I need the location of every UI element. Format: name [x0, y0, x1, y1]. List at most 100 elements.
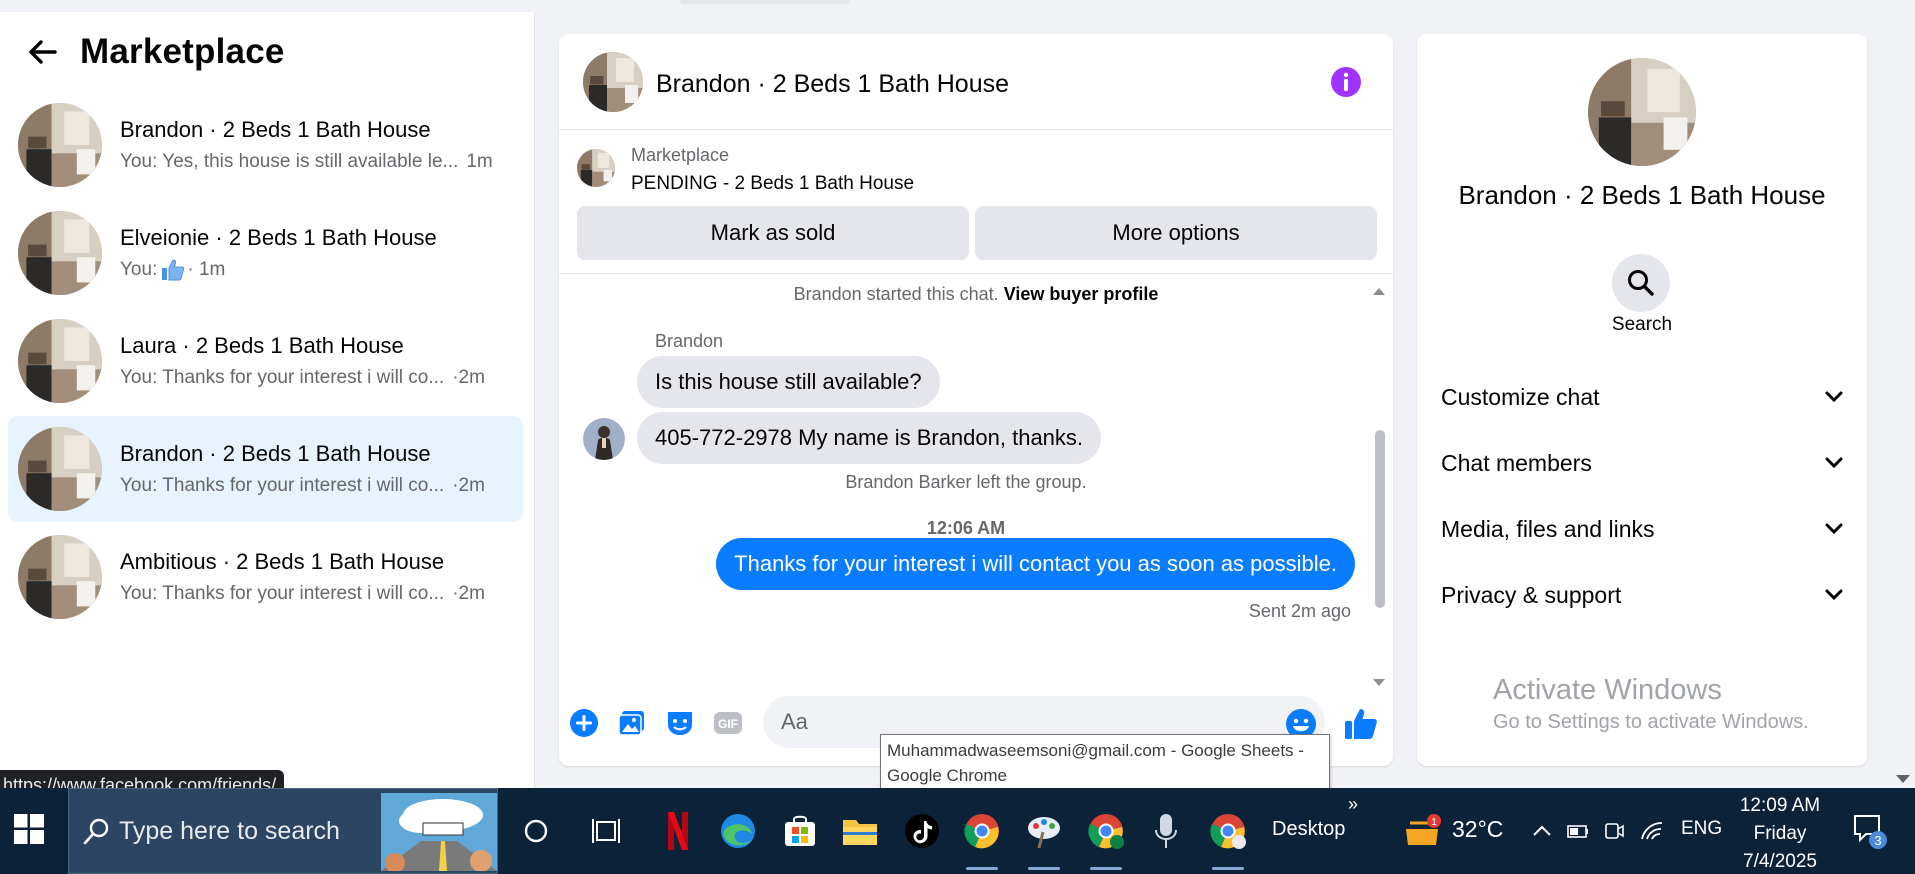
chrome-profile-icon[interactable]	[1082, 806, 1130, 870]
listing-status[interactable]: PENDING - 2 Beds 1 Bath House	[631, 173, 914, 195]
conversation-name: Laura · 2 Beds 1 Bath House	[120, 333, 404, 358]
marketplace-sidebar: Marketplace Brandon · 2 Beds 1 Bath Hous…	[0, 12, 535, 800]
taskbar-search-box[interactable]	[68, 788, 498, 874]
conversation-name: Brandon · 2 Beds 1 Bath House	[120, 117, 431, 142]
conversation-time: ·2m	[452, 583, 485, 604]
tooltip-line-1: Muhammadwaseemsoni@gmail.com - Google Sh…	[887, 741, 1304, 760]
cortana-icon[interactable]	[512, 806, 560, 856]
conversation-item[interactable]: Elveionie · 2 Beds 1 Bath House You: · 1…	[8, 200, 523, 306]
like-send-icon[interactable]	[1343, 706, 1379, 742]
toolbar-expand-icon[interactable]: »	[1348, 794, 1358, 815]
section-label: Chat members	[1441, 449, 1592, 476]
scroll-down-icon[interactable]	[1373, 674, 1385, 692]
section-label: Customize chat	[1441, 383, 1600, 410]
temperature[interactable]: 32°C	[1452, 816, 1503, 843]
incoming-message: 405-772-2978 My name is Brandon, thanks.	[637, 412, 1102, 464]
clock-time: 12:09 AM	[1739, 795, 1821, 816]
notification-center-icon[interactable]: 3	[1852, 812, 1888, 855]
file-explorer-icon[interactable]	[836, 806, 884, 856]
info-icon[interactable]	[1330, 66, 1362, 98]
svg-text:GIF: GIF	[718, 717, 738, 731]
media-files-links-section[interactable]: Media, files and links	[1441, 506, 1843, 552]
netflix-icon[interactable]	[654, 806, 702, 856]
chat-started-text: Brandon started this chat.	[793, 284, 999, 304]
page-title: Marketplace	[80, 32, 285, 71]
windows-start-icon[interactable]	[14, 814, 44, 844]
conversation-preview: You: Thanks for your interest i will co.…	[120, 583, 445, 604]
conversation-item[interactable]: Ambitious · 2 Beds 1 Bath House You: Tha…	[8, 524, 523, 630]
details-title: Brandon · 2 Beds 1 Bath House	[1458, 180, 1826, 210]
activate-subtitle: Go to Settings to activate Windows.	[1493, 711, 1809, 733]
scrollbar-thumb[interactable]	[1375, 430, 1385, 608]
input-language[interactable]: ENG	[1681, 818, 1722, 840]
search-in-chat-button[interactable]	[1612, 254, 1670, 312]
system-clock[interactable]: 12:09 AM Friday 7/4/2025	[1730, 792, 1830, 874]
customize-chat-section[interactable]: Customize chat	[1441, 374, 1843, 420]
sent-status: Sent 2m ago	[1248, 601, 1351, 621]
chevron-down-icon	[1825, 391, 1843, 403]
conversation-name: Elveionie · 2 Beds 1 Bath House	[120, 225, 437, 250]
details-avatar[interactable]	[1588, 58, 1696, 166]
outgoing-message: Thanks for your interest i will contact …	[716, 538, 1355, 590]
wifi-icon[interactable]	[1628, 806, 1676, 856]
task-view-icon[interactable]	[582, 806, 630, 856]
conversation-item-active[interactable]: Brandon · 2 Beds 1 Bath House You: Thank…	[8, 416, 523, 522]
listing-card: Marketplace PENDING - 2 Beds 1 Bath Hous…	[559, 130, 1393, 274]
conversation-item[interactable]: Brandon · 2 Beds 1 Bath House You: Yes, …	[8, 92, 523, 198]
browser-top-strip	[0, 0, 1915, 12]
voice-recorder-icon[interactable]	[1142, 806, 1190, 856]
sender-avatar[interactable]	[583, 418, 625, 460]
tab-hint	[680, 0, 850, 4]
search-icon	[83, 817, 111, 850]
tooltip-line-2: Google Chrome	[887, 766, 1008, 785]
chat-details-panel: Brandon · 2 Beds 1 Bath House Search Cus…	[1417, 34, 1867, 766]
conversation-preview: You: Thanks for your interest i will co.…	[120, 475, 445, 496]
system-message: Brandon Barker left the group.	[845, 472, 1087, 492]
sticker-icon[interactable]	[665, 708, 697, 740]
listing-avatar	[18, 319, 102, 403]
activate-windows-watermark: Activate Windows Go to Settings to activ…	[1493, 674, 1809, 734]
notification-count: 3	[1874, 833, 1881, 848]
scroll-up-icon[interactable]	[1373, 282, 1385, 300]
photo-icon[interactable]	[617, 708, 649, 740]
desktop-toolbar-label[interactable]: Desktop	[1272, 818, 1345, 841]
message-scrollbar[interactable]	[1371, 274, 1387, 694]
plus-icon[interactable]	[569, 708, 601, 740]
edge-icon[interactable]	[714, 806, 762, 856]
conversation-preview: You: Thanks for your interest i will co.…	[120, 367, 445, 388]
view-buyer-profile-link[interactable]: View buyer profile	[1004, 284, 1159, 304]
sidebar-header: Marketplace	[26, 32, 285, 72]
chevron-down-icon	[1825, 589, 1843, 601]
activate-title: Activate Windows	[1493, 674, 1722, 706]
taskbar-search-input[interactable]	[119, 789, 419, 873]
search-label: Search	[1611, 314, 1673, 335]
chat-title[interactable]: Brandon · 2 Beds 1 Bath House	[656, 70, 1009, 99]
weather-badge: 1	[1431, 817, 1437, 828]
search-highlight-image	[381, 793, 497, 873]
message-thread: Brandon started this chat. View buyer pr…	[559, 274, 1393, 694]
chrome-profile-2-icon[interactable]	[1204, 806, 1252, 870]
chat-members-section[interactable]: Chat members	[1441, 440, 1843, 486]
back-arrow-icon[interactable]	[26, 35, 60, 69]
chat-avatar[interactable]	[583, 52, 643, 112]
chevron-down-icon	[1825, 457, 1843, 469]
privacy-support-section[interactable]: Privacy & support	[1441, 572, 1843, 618]
mark-as-sold-button[interactable]: Mark as sold	[577, 206, 969, 260]
chat-header: Brandon · 2 Beds 1 Bath House	[559, 34, 1393, 130]
chrome-icon[interactable]	[958, 806, 1006, 870]
gif-icon[interactable]: GIF	[713, 708, 745, 740]
conversation-time: 1m	[466, 151, 493, 172]
chat-panel: Brandon · 2 Beds 1 Bath House Marketplac…	[559, 34, 1393, 766]
conversation-item[interactable]: Laura · 2 Beds 1 Bath House You: Thanks …	[8, 308, 523, 414]
microsoft-store-icon[interactable]	[776, 806, 824, 856]
more-options-button[interactable]: More options	[975, 206, 1377, 260]
tiktok-icon[interactable]	[898, 806, 946, 856]
windows-taskbar: Desktop » 1 32°C ENG 12:09 AM Friday 7/4…	[0, 788, 1915, 874]
weather-icon[interactable]: 1	[1398, 806, 1446, 856]
paint-app-icon[interactable]	[1020, 806, 1068, 870]
section-label: Privacy & support	[1441, 581, 1622, 608]
listing-source-label: Marketplace	[631, 145, 730, 165]
page-scroll-down-icon[interactable]	[1896, 770, 1910, 788]
sender-name: Brandon	[655, 331, 724, 351]
listing-thumbnail[interactable]	[577, 149, 615, 187]
